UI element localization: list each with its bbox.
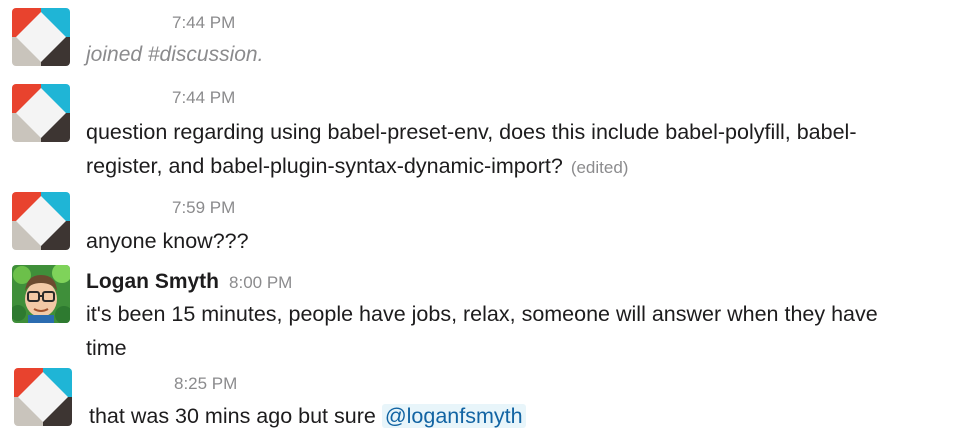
message-text-line-2: register, and babel-plugin-syntax-dynami… <box>86 149 628 185</box>
user-mention-link[interactable]: @loganfsmyth <box>381 404 526 428</box>
message-timestamp[interactable]: 7:44 PM <box>172 13 235 33</box>
message-2: 7:44 PM question regarding using babel-p… <box>0 80 961 190</box>
message-timestamp[interactable]: 7:59 PM <box>172 198 235 218</box>
message-1: 7:44 PM joined #discussion. <box>0 0 961 72</box>
message-text: register, and babel-plugin-syntax-dynami… <box>86 154 563 178</box>
logo-avatar-icon <box>14 368 72 426</box>
cartoon-man-avatar-icon <box>12 265 70 323</box>
message-text: that was 30 mins ago but sure <box>89 404 376 428</box>
message-timestamp[interactable]: 7:44 PM <box>172 88 235 108</box>
logo-avatar-icon <box>12 8 70 66</box>
message-4: Logan Smyth 8:00 PM it's been 15 minutes… <box>0 262 961 366</box>
message-timestamp[interactable]: 8:25 PM <box>174 374 237 394</box>
message-text: anyone know??? <box>86 229 249 253</box>
message-text-line-2: time <box>86 336 127 360</box>
author-name[interactable]: Logan Smyth <box>86 270 219 294</box>
user-avatar[interactable] <box>12 84 70 142</box>
user-avatar[interactable] <box>14 368 72 426</box>
message-text-line-1: it's been 15 minutes, people have jobs, … <box>86 302 878 326</box>
message-5: 8:25 PM that was 30 mins ago but sure @l… <box>0 366 961 435</box>
message-3: 7:59 PM anyone know??? <box>0 190 961 260</box>
message-text-row: that was 30 mins ago but sure @loganfsmy… <box>89 399 526 433</box>
user-avatar[interactable] <box>12 265 70 323</box>
logo-avatar-icon <box>12 84 70 142</box>
edited-label: (edited) <box>570 158 629 177</box>
message-timestamp[interactable]: 8:00 PM <box>229 273 292 293</box>
logo-avatar-icon <box>12 192 70 250</box>
user-avatar[interactable] <box>12 192 70 250</box>
message-text: joined #discussion. <box>86 43 264 66</box>
user-avatar[interactable] <box>12 8 70 66</box>
message-text-line-1: question regarding using babel-preset-en… <box>86 120 857 144</box>
